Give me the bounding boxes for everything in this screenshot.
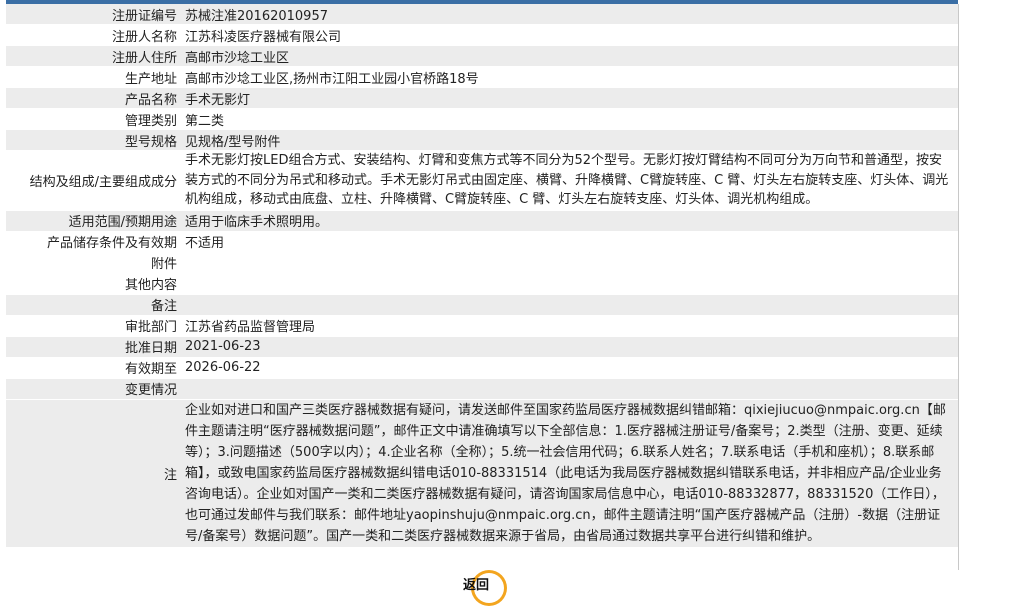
- detail-row-valid-until: 有效期至 2026-06-22: [6, 357, 958, 379]
- row-value: [181, 252, 958, 274]
- detail-row-approval-date: 批准日期 2021-06-23: [6, 336, 958, 358]
- row-value: 江苏科凌医疗器械有限公司: [181, 24, 958, 46]
- back-button[interactable]: 返回: [454, 574, 498, 593]
- row-label: 有效期至: [6, 357, 181, 379]
- row-value: 第二类: [181, 108, 958, 130]
- registration-detail-table: 注册证编号 苏械注准20162010957 注册人名称 江苏科凌医疗器械有限公司…: [6, 4, 958, 548]
- row-label: 注册证编号: [6, 4, 181, 25]
- detail-row-attachment: 附件: [6, 252, 958, 274]
- detail-row-registrant-address: 注册人住所 高邮市沙埝工业区: [6, 45, 958, 67]
- row-label: 注: [6, 399, 181, 548]
- detail-row-model-spec: 型号规格 见规格/型号附件: [6, 129, 958, 151]
- detail-row-note: 注 企业如对进口和国产三类医疗器械数据有疑问，请发送邮件至国家药监局医疗器械数据…: [6, 399, 958, 548]
- row-value: 手术无影灯: [181, 87, 958, 109]
- row-value: [181, 378, 958, 400]
- right-frame-border: [958, 4, 959, 570]
- row-label: 审批部门: [6, 315, 181, 337]
- row-value: 适用于临床手术照明用。: [181, 210, 958, 232]
- row-label: 注册人名称: [6, 24, 181, 46]
- row-label: 附件: [6, 252, 181, 274]
- row-label: 产品名称: [6, 87, 181, 109]
- row-value: 手术无影灯按LED组合方式、安装结构、灯臂和变焦方式等不同分为52个型号。无影灯…: [181, 150, 958, 211]
- row-value: 企业如对进口和国产三类医疗器械数据有疑问，请发送邮件至国家药监局医疗器械数据纠错…: [181, 399, 958, 548]
- row-label: 注册人住所: [6, 45, 181, 67]
- row-value: 2026-06-22: [181, 357, 958, 379]
- detail-row-structure-composition: 结构及组成/主要组成成分 手术无影灯按LED组合方式、安装结构、灯臂和变焦方式等…: [6, 150, 958, 211]
- row-value: 高邮市沙埝工业区: [181, 45, 958, 67]
- row-value: 见规格/型号附件: [181, 129, 958, 151]
- row-label: 生产地址: [6, 66, 181, 88]
- detail-row-remarks: 备注: [6, 294, 958, 316]
- back-button-area: 返回: [454, 568, 514, 606]
- row-label: 适用范围/预期用途: [6, 210, 181, 232]
- row-value: [181, 273, 958, 295]
- row-value: 苏械注准20162010957: [181, 4, 958, 25]
- row-label: 管理类别: [6, 108, 181, 130]
- detail-row-management-class: 管理类别 第二类: [6, 108, 958, 130]
- row-label: 结构及组成/主要组成成分: [6, 150, 181, 211]
- row-label: 其他内容: [6, 273, 181, 295]
- row-label: 批准日期: [6, 336, 181, 358]
- row-label: 型号规格: [6, 129, 181, 151]
- detail-row-production-address: 生产地址 高邮市沙埝工业区,扬州市江阳工业园小官桥路18号: [6, 66, 958, 88]
- row-value: 江苏省药品监督管理局: [181, 315, 958, 337]
- detail-row-change-history: 变更情况: [6, 378, 958, 400]
- row-label: 产品储存条件及有效期: [6, 231, 181, 253]
- detail-row-registrant-name: 注册人名称 江苏科凌医疗器械有限公司: [6, 24, 958, 46]
- detail-row-product-name: 产品名称 手术无影灯: [6, 87, 958, 109]
- detail-row-other-content: 其他内容: [6, 273, 958, 295]
- detail-row-storage-conditions: 产品储存条件及有效期 不适用: [6, 231, 958, 253]
- detail-row-scope-of-use: 适用范围/预期用途 适用于临床手术照明用。: [6, 210, 958, 232]
- row-value: 不适用: [181, 231, 958, 253]
- row-label: 备注: [6, 294, 181, 316]
- detail-row-registration-number: 注册证编号 苏械注准20162010957: [6, 4, 958, 25]
- row-value: 2021-06-23: [181, 336, 958, 358]
- detail-row-approval-department: 审批部门 江苏省药品监督管理局: [6, 315, 958, 337]
- row-value: [181, 294, 958, 316]
- row-label: 变更情况: [6, 378, 181, 400]
- row-value: 高邮市沙埝工业区,扬州市江阳工业园小官桥路18号: [181, 66, 958, 88]
